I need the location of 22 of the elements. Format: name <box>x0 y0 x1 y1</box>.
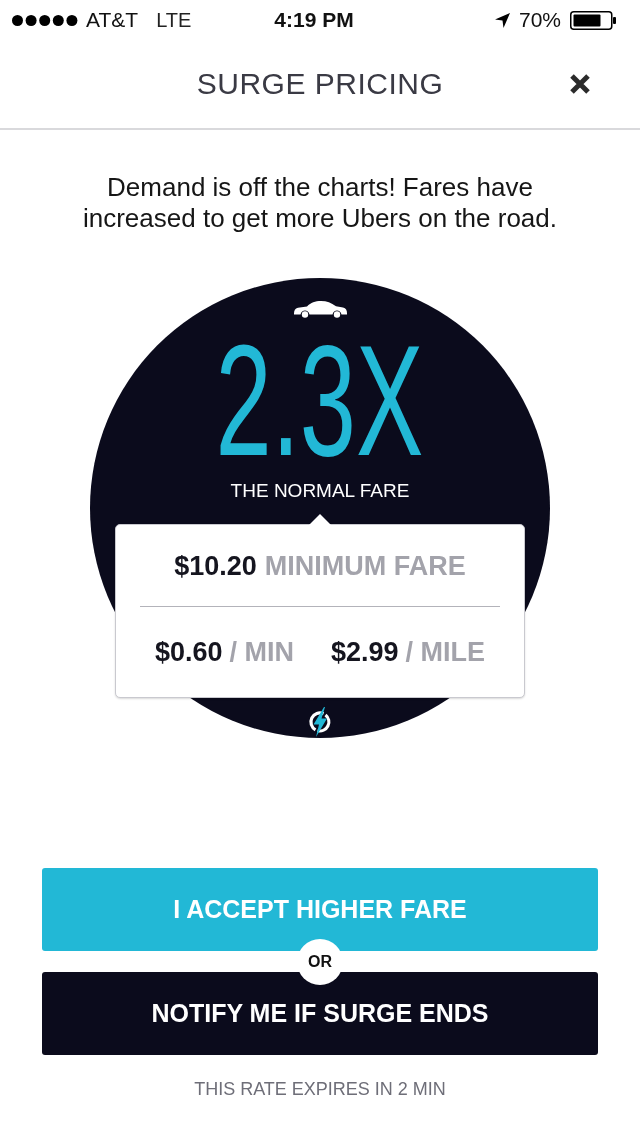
car-icon <box>292 300 348 318</box>
lightning-bolt-icon <box>307 706 333 738</box>
expiry-notice: THIS RATE EXPIRES IN 2 MIN <box>194 1078 446 1100</box>
fare-amount: $10.20 <box>174 549 257 582</box>
carrier-name: AT&T <box>86 8 139 32</box>
fare-unit: / MILE <box>405 636 486 668</box>
multiplier-caption: THE NORMAL FARE <box>230 481 410 501</box>
surge-message: Demand is off the charts! Fares have increased to get more Ubers on the road. <box>81 172 558 234</box>
screen-title: SURGE PRICING <box>196 66 444 102</box>
fare-amount: $0.60 <box>154 636 223 668</box>
location-arrow-icon <box>494 12 510 28</box>
fare-label: MINIMUM FARE <box>264 549 466 582</box>
fare-unit: / MIN <box>229 636 294 668</box>
close-icon[interactable] <box>569 73 591 95</box>
signal-strength-icon <box>12 14 78 26</box>
surge-multiplier: 2.3X <box>216 340 424 460</box>
notify-button[interactable]: NOTIFY ME IF SURGE ENDS <box>42 972 598 1055</box>
status-time: 4:19 PM <box>274 8 354 32</box>
fare-amount: $2.99 <box>331 636 399 668</box>
battery-icon <box>570 10 616 30</box>
battery-percentage: 70% <box>518 8 561 32</box>
network-type: LTE <box>156 8 192 32</box>
